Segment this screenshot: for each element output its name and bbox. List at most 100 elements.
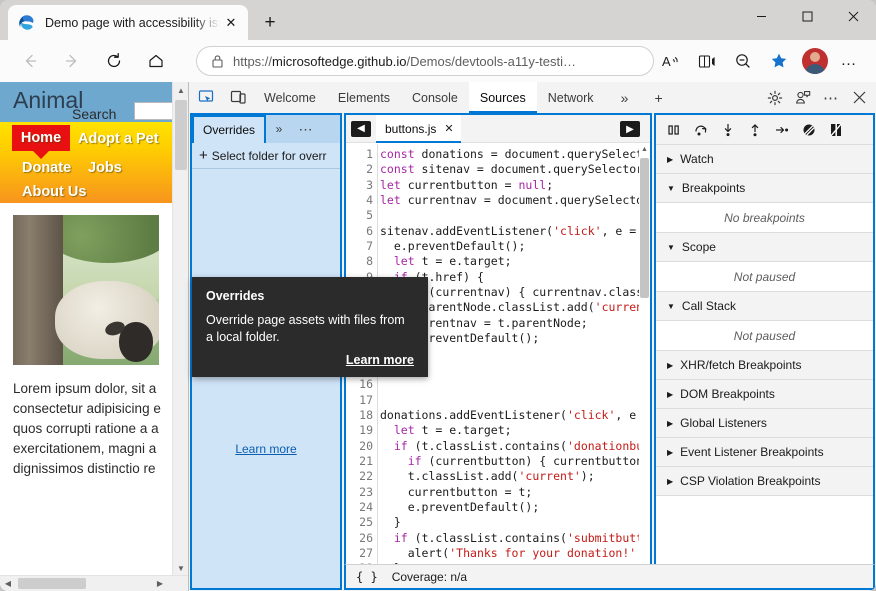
tooltip-learn-more-link[interactable]: Learn more — [346, 353, 414, 367]
code-line[interactable]: let t = e.target; — [380, 423, 650, 438]
more-tabs-icon[interactable]: » — [611, 84, 639, 112]
zoom-out-icon[interactable] — [728, 47, 758, 75]
nav-item-home[interactable]: Home — [12, 125, 70, 151]
reload-icon[interactable] — [100, 47, 128, 75]
gear-icon[interactable] — [761, 84, 789, 111]
line-number: 23 — [346, 485, 377, 500]
section-dom-breakpoints[interactable]: ▶ DOM Breakpoints — [656, 380, 873, 409]
chevron-right-icon: ▶ — [667, 419, 673, 428]
section-call-stack[interactable]: ▼ Call Stack — [656, 292, 873, 321]
navigator-more-icon[interactable]: ⋯ — [292, 121, 320, 138]
code-line[interactable]: let currentbutton = null; — [380, 178, 650, 193]
select-folder-button[interactable]: + Select folder for overr — [192, 143, 340, 169]
scroll-up-icon[interactable]: ▲ — [173, 82, 188, 98]
pause-script-icon[interactable] — [660, 117, 687, 143]
nav-item-adopt[interactable]: Adopt a Pet — [78, 131, 159, 147]
code-line[interactable]: donations.addEventListener('click', e — [380, 408, 650, 423]
scroll-right-icon[interactable]: ▶ — [152, 576, 168, 591]
code-line[interactable]: currentbutton = t; — [380, 485, 650, 500]
nav-item-about[interactable]: About Us — [22, 184, 86, 200]
code-line[interactable]: let currentnav = document.querySelecto — [380, 193, 650, 208]
browser-more-button[interactable]: … — [836, 48, 862, 74]
code-line[interactable]: const donations = document.querySelect — [380, 147, 650, 162]
scroll-left-icon[interactable]: ◀ — [0, 576, 16, 591]
section-scope[interactable]: ▼ Scope — [656, 233, 873, 262]
tab-elements[interactable]: Elements — [327, 82, 401, 113]
page-horizontal-scrollbar[interactable]: ◀ ▶ — [0, 575, 188, 591]
file-tab-buttons-js[interactable]: buttons.js ✕ — [376, 115, 461, 143]
code-line[interactable]: sitenav.addEventListener('click', e = — [380, 224, 650, 239]
devtools-more-icon[interactable]: ⋯ — [817, 84, 845, 111]
forward-icon[interactable] — [58, 47, 86, 75]
code-line[interactable]: t.classList.add('current'); — [380, 469, 650, 484]
add-tool-button[interactable]: + — [645, 84, 673, 112]
home-icon[interactable] — [142, 47, 170, 75]
tab-sources[interactable]: Sources — [469, 82, 537, 113]
code-line[interactable]: let t = e.target; — [380, 254, 650, 269]
step-out-icon[interactable] — [741, 117, 768, 143]
previous-file-icon[interactable]: ◀ — [351, 121, 371, 137]
step-icon[interactable] — [768, 117, 795, 143]
code-line[interactable]: e.preventDefault(); — [380, 500, 650, 515]
scrollbar-thumb[interactable] — [175, 100, 187, 170]
pretty-print-icon[interactable]: { } — [356, 570, 378, 584]
search-input[interactable] — [134, 102, 172, 120]
close-icon[interactable]: ✕ — [444, 122, 453, 135]
device-emulation-icon[interactable] — [223, 84, 253, 112]
section-event-listener-breakpoints[interactable]: ▶ Event Listener Breakpoints — [656, 438, 873, 467]
code-line[interactable] — [380, 393, 650, 408]
tab-console[interactable]: Console — [401, 82, 469, 113]
next-file-icon[interactable]: ▶ — [620, 121, 640, 137]
read-aloud-icon[interactable]: A — [656, 47, 686, 75]
section-breakpoints[interactable]: ▼ Breakpoints — [656, 174, 873, 203]
navigator-learn-more-link[interactable]: Learn more — [192, 442, 340, 456]
section-watch[interactable]: ▶ Watch — [656, 145, 873, 174]
back-icon[interactable] — [16, 47, 44, 75]
tab-overrides[interactable]: Overrides — [192, 115, 266, 143]
deactivate-breakpoints-icon[interactable] — [795, 117, 822, 143]
code-line[interactable] — [380, 208, 650, 223]
browser-tab[interactable]: Demo page with accessibility issues ✕ — [8, 5, 248, 40]
chevron-right-icon: ▶ — [667, 361, 673, 370]
nav-item-donate[interactable]: Donate — [22, 160, 71, 176]
editor-vertical-scrollbar[interactable]: ▲ ▼ — [639, 144, 650, 572]
new-tab-button[interactable]: + — [256, 10, 284, 36]
scroll-down-icon[interactable]: ▼ — [173, 560, 188, 576]
pause-on-exceptions-icon[interactable] — [822, 117, 849, 143]
section-xhr-breakpoints[interactable]: ▶ XHR/fetch Breakpoints — [656, 351, 873, 380]
line-number: 24 — [346, 500, 377, 515]
favorite-star-icon[interactable] — [764, 47, 794, 75]
window-close-button[interactable] — [830, 0, 876, 32]
scrollbar-thumb[interactable] — [18, 578, 86, 589]
maximize-button[interactable] — [784, 0, 830, 32]
avatar[interactable] — [802, 48, 828, 74]
code-line[interactable]: } — [380, 515, 650, 530]
code-line[interactable]: const sitenav = document.querySelector — [380, 162, 650, 177]
inspect-element-icon[interactable] — [191, 84, 221, 112]
code-line[interactable]: if (t.classList.contains('donationbu — [380, 439, 650, 454]
chevron-right-icon: ▶ — [667, 477, 673, 486]
scrollbar-thumb[interactable] — [640, 158, 649, 298]
devtools-close-icon[interactable] — [845, 84, 873, 111]
close-icon[interactable]: ✕ — [220, 12, 242, 34]
url-input[interactable]: https://microsoftedge.github.io/Demos/de… — [196, 46, 654, 76]
code-line[interactable]: if (t.classList.contains('submitbutt — [380, 531, 650, 546]
minimize-button[interactable] — [738, 0, 784, 32]
scroll-up-icon[interactable]: ▲ — [639, 144, 650, 155]
step-into-icon[interactable] — [714, 117, 741, 143]
nav-item-jobs[interactable]: Jobs — [88, 160, 122, 176]
code-line[interactable]: e.preventDefault(); — [380, 239, 650, 254]
code-line[interactable]: alert('Thanks for your donation!' — [380, 546, 650, 561]
code-line[interactable] — [380, 377, 650, 392]
page-vertical-scrollbar[interactable]: ▲ ▼ — [172, 82, 188, 576]
tab-welcome[interactable]: Welcome — [253, 82, 327, 113]
section-csp-violation-breakpoints[interactable]: ▶ CSP Violation Breakpoints — [656, 467, 873, 496]
step-over-icon[interactable] — [687, 117, 714, 143]
code-line[interactable]: if (currentbutton) { currentbutton — [380, 454, 650, 469]
section-global-listeners[interactable]: ▶ Global Listeners — [656, 409, 873, 438]
line-number: 19 — [346, 423, 377, 438]
immersive-reader-icon[interactable] — [692, 47, 722, 75]
tab-network[interactable]: Network — [537, 82, 605, 113]
more-panes-icon[interactable]: » — [266, 122, 292, 136]
feedback-icon[interactable] — [789, 84, 817, 111]
